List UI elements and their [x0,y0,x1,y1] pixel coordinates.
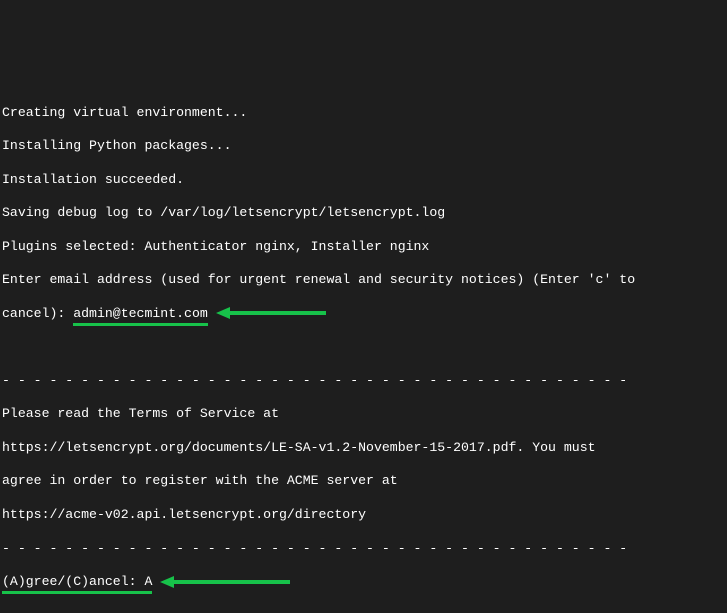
output-line: Creating virtual environment... [2,105,725,122]
email-input-value[interactable]: admin@tecmint.com [73,306,208,323]
output-line: agree in order to register with the ACME… [2,473,725,490]
separator-dashes: - - - - - - - - - - - - - - - - - - - - … [2,373,725,390]
arrow-left-icon [160,576,290,588]
output-line: Saving debug log to /var/log/letsencrypt… [2,205,725,222]
email-prompt-line: cancel): admin@tecmint.com [2,306,725,323]
output-line: Installation succeeded. [2,172,725,189]
output-line: https://letsencrypt.org/documents/LE-SA-… [2,440,725,457]
separator-dashes: - - - - - - - - - - - - - - - - - - - - … [2,541,725,558]
output-line: Please read the Terms of Service at [2,406,725,423]
terminal-output: Creating virtual environment... Installi… [0,84,727,613]
output-line: Installing Python packages... [2,138,725,155]
blank-line [2,339,725,356]
agree-input-value[interactable]: (A)gree/(C)ancel: A [2,574,152,591]
output-line: https://acme-v02.api.letsencrypt.org/dir… [2,507,725,524]
output-line: Plugins selected: Authenticator nginx, I… [2,239,725,256]
arrow-left-icon [216,307,326,319]
output-line: Enter email address (used for urgent ren… [2,272,725,289]
prompt-text: cancel): [2,306,73,321]
agree-prompt-line: (A)gree/(C)ancel: A [2,574,725,591]
blank-line [2,608,725,613]
